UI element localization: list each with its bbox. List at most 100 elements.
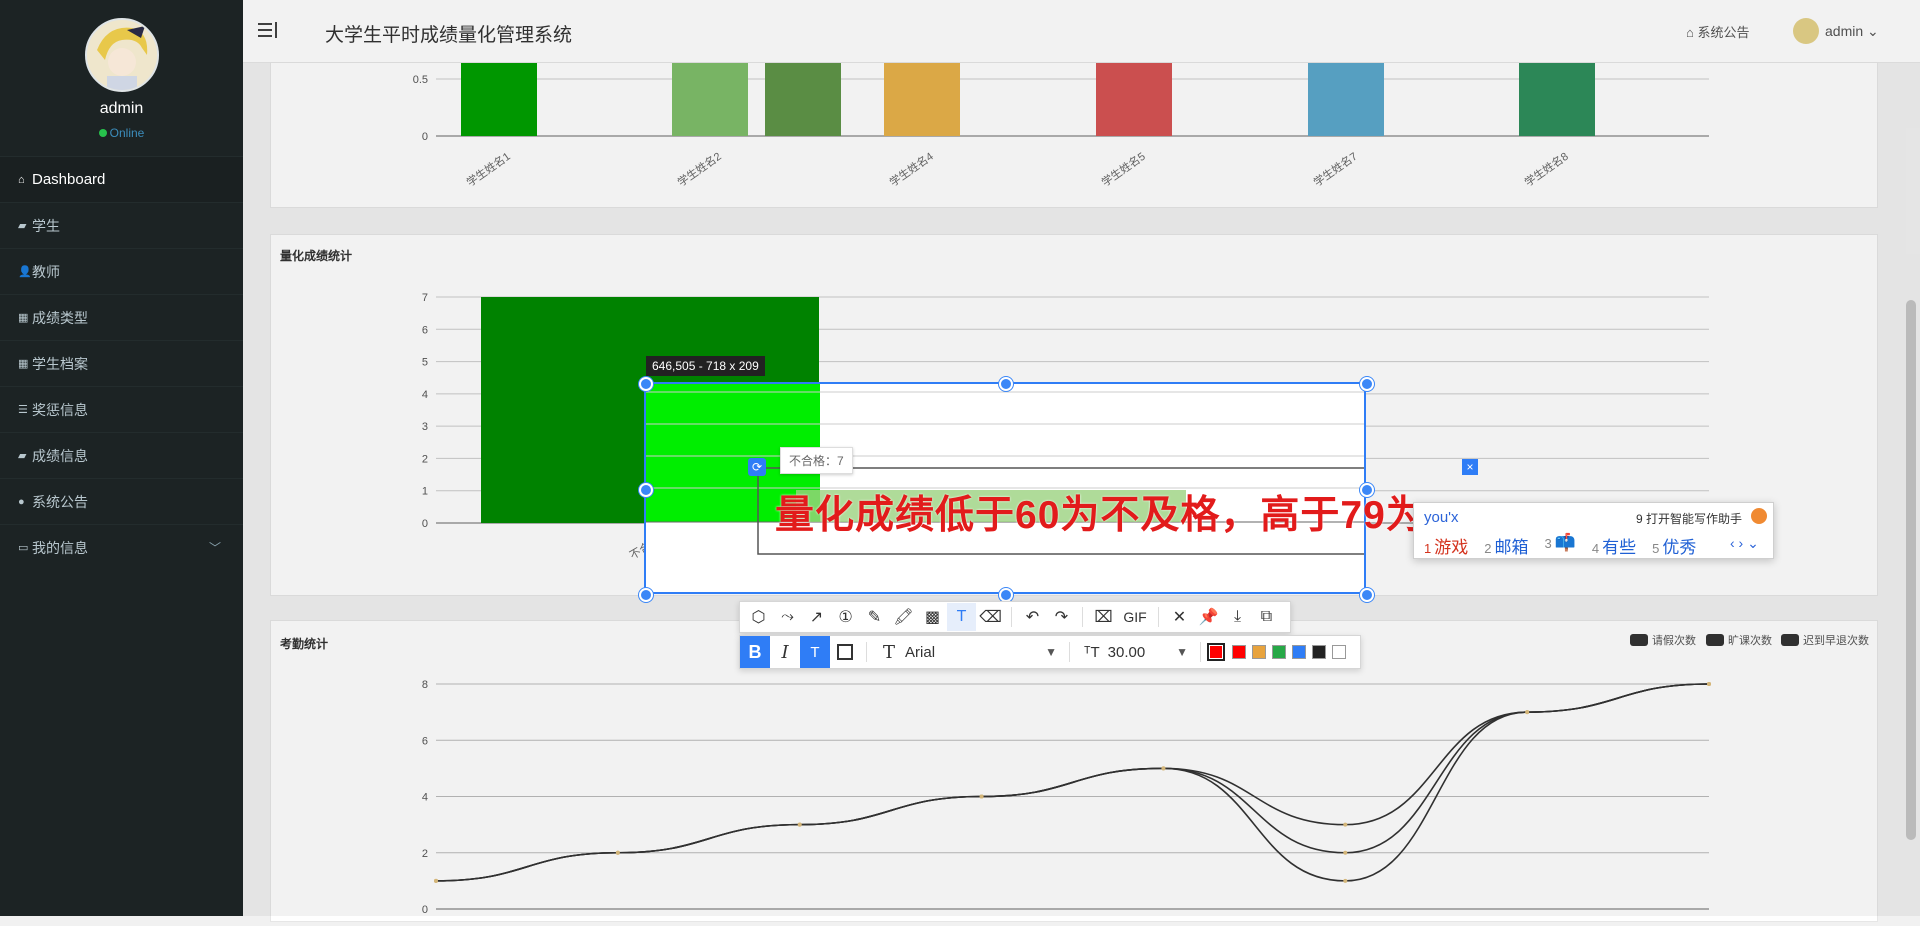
number-marker-icon[interactable]: ① <box>831 603 860 631</box>
sidebar-item-label: 奖惩信息 <box>32 401 88 418</box>
arrow-tool-icon[interactable]: ↗ <box>802 603 831 631</box>
grid-icon: ▦ <box>18 312 29 324</box>
ocr-icon[interactable]: ⌧ <box>1089 603 1118 631</box>
sidebar-item-label: 成绩类型 <box>32 309 88 326</box>
close-icon[interactable]: ✕ <box>1165 603 1194 631</box>
panel-title-attendance: 考勤统计 <box>280 637 329 651</box>
font-select[interactable]: T Arial ▼ <box>873 636 1063 668</box>
y-tick-label: 0 <box>422 904 428 916</box>
grid-icon: ▦ <box>18 358 29 370</box>
y-tick-label: 6 <box>422 324 428 336</box>
ime-candidate[interactable]: 1 游戏 <box>1424 533 1468 558</box>
candidate-number: 2 <box>1484 541 1492 556</box>
ime-candidate[interactable]: 2 邮箱 <box>1484 533 1528 558</box>
sidebar-item-my-info[interactable]: ▭ 我的信息 ﹀ <box>0 524 243 570</box>
text-tool-icon[interactable]: T <box>947 603 976 631</box>
bar <box>1096 63 1172 136</box>
menu-toggle-icon[interactable] <box>258 20 278 40</box>
legend-item[interactable]: 请假次数 <box>1630 632 1696 648</box>
ime-composition: you'x <box>1424 509 1459 526</box>
sidebar-item-grades[interactable]: ▰ 成绩信息 <box>0 432 243 478</box>
color-swatch[interactable] <box>1272 645 1286 659</box>
active-color-swatch[interactable] <box>1207 643 1225 661</box>
resize-handle[interactable] <box>639 588 653 602</box>
chevron-down-icon: ▼ <box>1176 645 1188 659</box>
bold-button[interactable]: B <box>740 636 770 668</box>
sidebar-item-students[interactable]: ▰ 学生 <box>0 202 243 248</box>
ime-assistant-hint[interactable]: 9 打开智能写作助手 <box>1636 510 1742 527</box>
annotation-text[interactable]: 量化成绩低于60为不及格，高于79为 <box>775 484 1426 540</box>
data-point <box>1343 850 1348 855</box>
pin-icon: ● <box>18 495 25 508</box>
color-swatch[interactable] <box>1252 645 1266 659</box>
candidate-text: 优秀 <box>1662 538 1697 557</box>
resize-handle[interactable] <box>1360 377 1374 391</box>
y-tick-label: 0.5 <box>413 74 428 86</box>
font-name: Arial <box>905 643 936 661</box>
pencil-tool-icon[interactable]: ✎ <box>860 603 889 631</box>
data-point <box>1525 710 1530 715</box>
user-avatar[interactable] <box>85 18 159 92</box>
background-box-button[interactable] <box>830 636 860 668</box>
y-tick-label: 8 <box>422 679 428 691</box>
redo-icon[interactable]: ↷ <box>1047 603 1076 631</box>
sidebar-item-rewards[interactable]: ☰ 奖惩信息 <box>0 386 243 432</box>
ime-candidate[interactable]: 4 有些 <box>1592 533 1636 558</box>
ime-candidate-window: you'x 9 打开智能写作助手 1 游戏 2 邮箱 3 📫 4 有些 5 优秀 ‹ › … <box>1413 502 1774 559</box>
sidebar-item-label: 教师 <box>32 263 60 280</box>
font-size-select[interactable]: ᵀT 30.00 ▼ <box>1076 636 1194 668</box>
avatar-image <box>87 20 157 90</box>
student-icon: ▰ <box>18 220 27 232</box>
gif-button[interactable]: GIF <box>1118 603 1152 631</box>
ime-page-nav[interactable]: ‹ › ⌄ <box>1730 535 1759 552</box>
sidebar-item-teachers[interactable]: 👤 教师 <box>0 248 243 294</box>
selection-size-label: 646,505 - 718 x 209 <box>646 356 765 376</box>
copy-icon[interactable]: ⧉ <box>1252 603 1281 631</box>
highlighter-tool-icon[interactable]: 🖍 <box>889 603 918 631</box>
toolbar-divider <box>1011 607 1012 627</box>
notice-link[interactable]: ⌂ 系统公告 <box>1686 22 1749 41</box>
resize-handle[interactable] <box>639 377 653 391</box>
resize-handle[interactable] <box>1360 588 1374 602</box>
page-scrollbar[interactable] <box>1906 300 1916 840</box>
resize-handle[interactable] <box>639 483 653 497</box>
user-menu[interactable]: admin ⌄ <box>1793 18 1879 44</box>
italic-button[interactable]: I <box>770 636 800 668</box>
candidate-number: 4 <box>1591 541 1600 556</box>
color-swatch[interactable] <box>1312 645 1326 659</box>
shape-tool-icon[interactable]: ⬡ <box>744 603 773 631</box>
sidebar-item-notices[interactable]: ● 系统公告 <box>0 478 243 524</box>
mosaic-tool-icon[interactable]: ▩ <box>918 603 947 631</box>
ime-candidate[interactable]: 5 优秀 <box>1652 533 1696 558</box>
undo-icon[interactable]: ↶ <box>1018 603 1047 631</box>
eraser-tool-icon[interactable]: ⌫ <box>976 603 1005 631</box>
color-swatch[interactable] <box>1232 645 1246 659</box>
resize-handle[interactable] <box>1360 483 1374 497</box>
y-tick-label: 2 <box>422 848 428 860</box>
polyline-tool-icon[interactable]: ⤳ <box>773 603 802 631</box>
color-swatch[interactable] <box>1332 645 1346 659</box>
page-title: 大学生平时成绩量化管理系统 <box>325 25 573 46</box>
close-icon[interactable]: × <box>1462 459 1478 475</box>
color-swatch[interactable] <box>1292 645 1306 659</box>
legend-item[interactable]: 迟到早退次数 <box>1781 632 1869 648</box>
outline-text-button[interactable]: T <box>800 636 830 668</box>
resize-handle[interactable] <box>999 377 1013 391</box>
candidate-number: 5 <box>1652 541 1660 556</box>
legend-item[interactable]: 旷课次数 <box>1706 632 1772 648</box>
rotate-handle-icon[interactable]: ⟳ <box>748 458 766 476</box>
legend-label: 旷课次数 <box>1728 635 1772 647</box>
sidebar-item-grade-types[interactable]: ▦ 成绩类型 <box>0 294 243 340</box>
sidebar-item-student-files[interactable]: ▦ 学生档案 <box>0 340 243 386</box>
x-tick-label: 学生姓名1 <box>464 149 513 189</box>
x-tick-label: 学生姓名4 <box>887 149 936 189</box>
sidebar-item-dashboard[interactable]: ⌂ Dashboard <box>0 156 243 202</box>
y-tick-label: 0 <box>422 518 428 530</box>
resize-handle[interactable] <box>999 588 1013 602</box>
candidate-text: 📫 <box>1554 533 1576 552</box>
y-tick-label: 2 <box>422 453 428 465</box>
ime-candidate[interactable]: 3 📫 <box>1544 533 1575 558</box>
pin-icon[interactable]: 📌 <box>1194 603 1223 631</box>
download-icon[interactable]: ⤓ <box>1223 603 1252 631</box>
bar <box>1519 63 1595 136</box>
